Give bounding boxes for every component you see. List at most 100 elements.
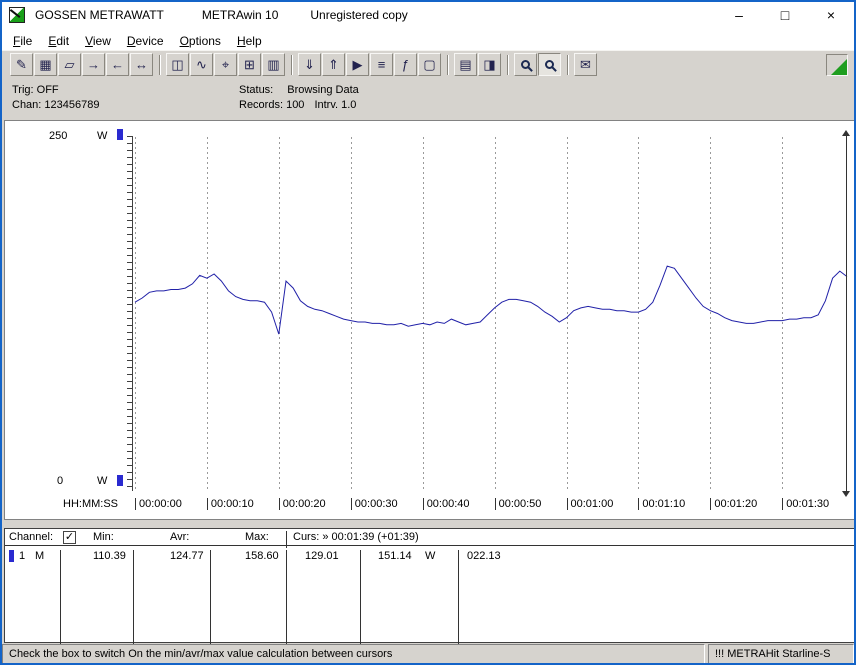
channel-1-color-marker <box>9 550 14 562</box>
column-divider <box>286 550 287 646</box>
transfer-button[interactable]: ↔ <box>130 53 153 76</box>
y-max-label: 250 <box>49 130 68 142</box>
open-button[interactable]: ▱ <box>58 53 81 76</box>
transfer-icon: ↔ <box>135 57 148 72</box>
save-as-button[interactable]: ✎ <box>10 53 33 76</box>
print-preview-button[interactable]: ◨ <box>478 53 501 76</box>
bargraph-view-button[interactable]: ▥ <box>262 53 285 76</box>
toolbar-separator <box>507 54 509 75</box>
table-body: 1 M 110.39 124.77 158.60 129.01 151.14 W… <box>5 546 854 646</box>
avr-column-label: Avr: <box>170 531 190 543</box>
channel-marker-bottom <box>117 475 123 486</box>
table-view-button[interactable]: ⊞ <box>238 53 261 76</box>
monitor-icon: ▢ <box>423 57 436 72</box>
x-axis-tick: 00:00:10 <box>206 498 254 511</box>
y-unit-top-label: W <box>97 130 108 142</box>
x-axis-tick: 00:01:10 <box>638 498 685 511</box>
minimize-button[interactable]: – <box>716 2 762 28</box>
x-axis-tick: 00:01:20 <box>710 498 757 511</box>
cursor-column-label: Curs: » 00:01:39 (+01:39) <box>293 531 419 543</box>
y-min-label: 0 <box>57 475 64 487</box>
toolbar-separator <box>567 54 569 75</box>
save-button[interactable]: ▦ <box>34 53 57 76</box>
x-axis-tick: 00:00:20 <box>278 498 326 511</box>
plot-area[interactable] <box>134 130 850 497</box>
app-icon <box>9 7 25 23</box>
cursor-a-value: 129.01 <box>305 550 339 562</box>
toolbar: ✎ ▦ ▱ → ← ↔ ◫ ∿ ⌖ ⊞ ▥ ⇓ ⇑ ▶ ≡ ƒ ▢ ▤ ◨ ✉ <box>2 50 854 78</box>
zoom-curve-icon <box>521 60 530 69</box>
y-unit-bottom-label: W <box>97 475 108 487</box>
toolbar-separator <box>291 54 293 75</box>
cursor-b-unit: W <box>425 550 436 562</box>
xy-view-button[interactable]: ⌖ <box>214 53 237 76</box>
x-axis: HH:MM:SS 00:00:00 00:00:10 00:00:20 00:00:3… <box>5 497 854 513</box>
brand-title: GOSSEN METRAWATT <box>35 8 164 22</box>
minmax-checkbox[interactable]: ✓ <box>63 531 76 544</box>
bargraph-icon: ▥ <box>267 57 280 72</box>
measure-cursor[interactable] <box>842 130 850 497</box>
device-name: !!! METRAHit Starline-S <box>708 644 854 663</box>
table-header: Channel: ✓ Min: Avr: Max: Curs: » 00:01:… <box>5 529 854 548</box>
max-value: 158.60 <box>245 550 279 562</box>
online-status-icon <box>831 58 847 75</box>
zoom-curve-button[interactable] <box>514 53 537 76</box>
function-button[interactable]: ƒ <box>394 53 417 76</box>
device-settings-button[interactable]: ≡ <box>370 53 393 76</box>
menu-options[interactable]: Options <box>172 28 229 50</box>
menu-edit[interactable]: Edit <box>40 28 77 50</box>
column-divider <box>360 550 361 646</box>
connection-indicator <box>826 53 848 76</box>
import-button[interactable]: ← <box>106 53 129 76</box>
x-axis-tick: 00:01:00 <box>566 498 613 511</box>
channel-list: Chan: 123456789 <box>12 99 100 111</box>
zoom-button[interactable] <box>538 53 561 76</box>
trend-chart <box>134 265 848 335</box>
trend-view-button[interactable]: ∿ <box>190 53 213 76</box>
online-button[interactable]: ▶ <box>346 53 369 76</box>
print-button[interactable]: ▤ <box>454 53 477 76</box>
menu-device[interactable]: Device <box>119 28 172 50</box>
menu-help[interactable]: Help <box>229 28 270 50</box>
monitor-button[interactable]: ▢ <box>418 53 441 76</box>
settings-icon: ≡ <box>377 57 386 72</box>
x-axis-tick: 00:01:30 <box>782 498 829 511</box>
channel-1-trace <box>134 265 848 335</box>
write-device-button[interactable]: ⇑ <box>322 53 345 76</box>
x-axis-tick: 00:00:00 <box>135 498 182 511</box>
status-label: Status: <box>239 84 274 96</box>
upload-icon: ⇑ <box>328 57 339 72</box>
xy-chart-icon: ⌖ <box>221 57 230 72</box>
status-bar: Check the box to switch On the min/avr/m… <box>2 644 854 663</box>
yt-chart-icon: ∿ <box>196 57 207 72</box>
preview-icon: ◨ <box>483 57 496 72</box>
status-hint: Check the box to switch On the min/avr/m… <box>2 644 705 663</box>
x-axis-tick: 00:00:40 <box>422 498 470 511</box>
column-divider <box>133 550 134 646</box>
meter-view-button[interactable]: ◫ <box>166 53 189 76</box>
maximize-button[interactable]: □ <box>762 2 808 28</box>
read-device-button[interactable]: ⇓ <box>298 53 321 76</box>
title-bar: GOSSEN METRAWATT METRAwin 10 Unregistere… <box>2 2 854 28</box>
printer-icon: ▤ <box>459 57 472 72</box>
channel-marker-top <box>117 129 123 140</box>
download-icon: ⇓ <box>304 57 315 72</box>
menu-view[interactable]: View <box>77 28 119 50</box>
min-value: 110.39 <box>93 550 126 562</box>
close-button[interactable]: × <box>808 2 854 28</box>
menu-bar: File Edit View Device Options Help <box>2 28 854 50</box>
play-icon: ▶ <box>352 57 363 72</box>
app-title: METRAwin 10 <box>201 8 279 22</box>
min-column-label: Min: <box>93 531 114 543</box>
export-button[interactable]: → <box>82 53 105 76</box>
x-axis-format-label: HH:MM:SS <box>63 498 118 510</box>
x-axis-tick: 00:00:30 <box>350 498 398 511</box>
acquisition-info-panel: Trig: OFF Chan: 123456789 Status: Browsin… <box>2 78 854 118</box>
open-folder-icon: ▱ <box>64 57 75 72</box>
interval-value: Intrv. 1.0 <box>314 99 357 111</box>
toolbar-separator <box>447 54 449 75</box>
column-divider <box>60 550 61 646</box>
menu-file[interactable]: File <box>5 28 40 50</box>
x-axis-tick: 00:00:50 <box>494 498 541 511</box>
comment-button[interactable]: ✉ <box>574 53 597 76</box>
